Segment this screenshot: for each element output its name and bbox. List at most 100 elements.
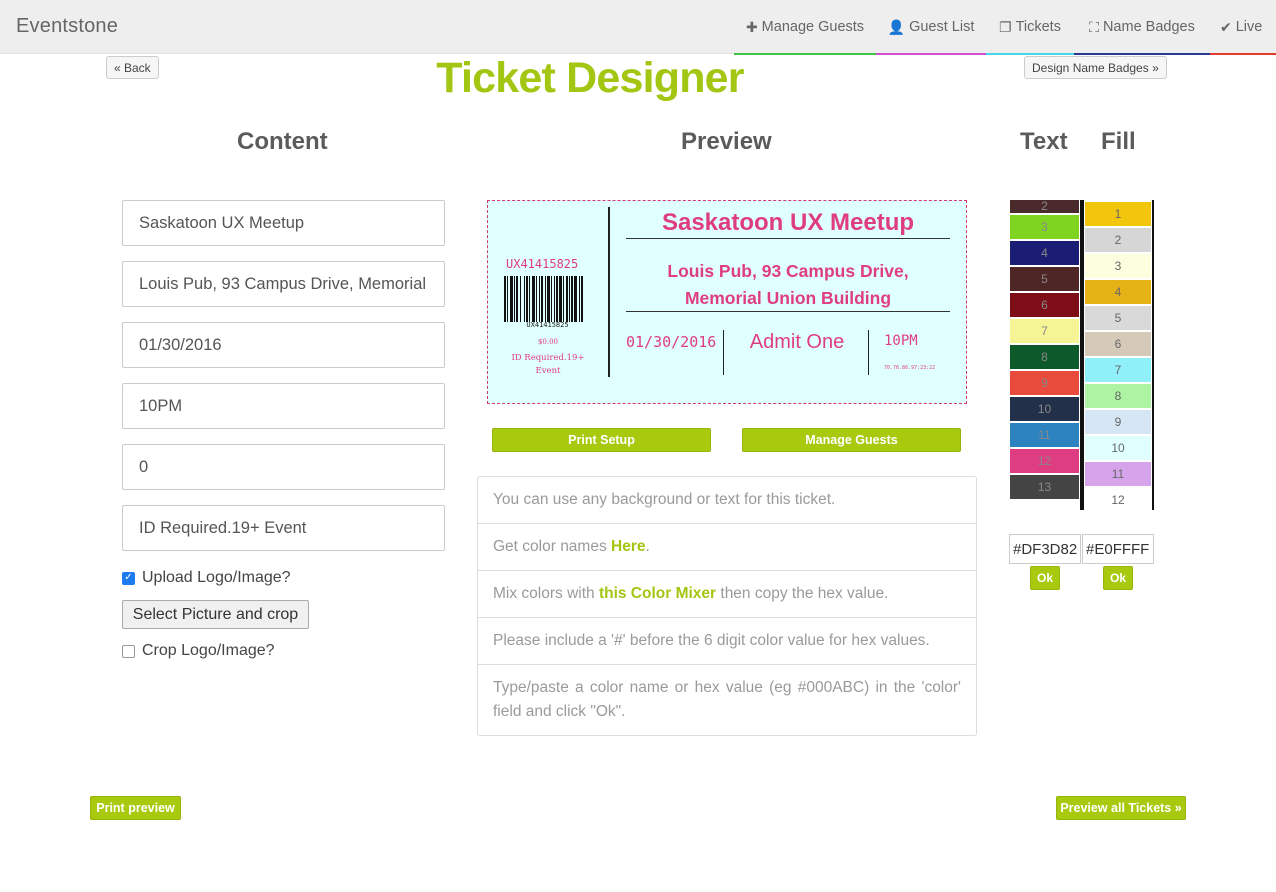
- help-item-hash: Please include a '#' before the 6 digit …: [478, 617, 976, 664]
- price-input[interactable]: 0: [122, 444, 445, 490]
- nav-underline: [1210, 53, 1276, 55]
- ticket-ip: 70.76.86.97:23:22: [884, 365, 936, 371]
- barcode-bar: [581, 276, 583, 322]
- nav-label: Guest List: [909, 19, 975, 35]
- crop-logo-label: Crop Logo/Image?: [142, 642, 275, 659]
- upload-logo-checkbox[interactable]: ✓: [122, 571, 135, 585]
- upload-logo-option[interactable]: ✓ Upload Logo/Image?: [122, 569, 291, 587]
- text-color-ok-button[interactable]: Ok: [1030, 566, 1060, 590]
- text-color-swatch[interactable]: 5: [1010, 267, 1079, 293]
- admit-divider: [868, 330, 869, 375]
- ticket-date: 01/30/2016: [626, 333, 717, 351]
- fill-color-swatch[interactable]: 5: [1085, 306, 1151, 332]
- time-input[interactable]: 10PM: [122, 383, 445, 429]
- fill-color-swatch[interactable]: 8: [1085, 384, 1151, 410]
- preview-all-tickets-button[interactable]: Preview all Tickets »: [1056, 796, 1186, 820]
- fill-color-swatch[interactable]: 12: [1085, 488, 1151, 510]
- fill-color-heading: Fill: [1101, 128, 1136, 155]
- date-input[interactable]: 01/30/2016: [122, 322, 445, 368]
- notes-input[interactable]: ID Required.19+ Event: [122, 505, 445, 551]
- ticket-admit: Admit One: [749, 331, 845, 353]
- page-title: Ticket Designer: [436, 54, 744, 102]
- text-color-swatch[interactable]: 6: [1010, 293, 1079, 319]
- manage-guests-button[interactable]: Manage Guests: [742, 428, 961, 452]
- nav-name-badges[interactable]: ⛶ Name Badges: [1074, 0, 1210, 55]
- text-color-swatch[interactable]: 2: [1010, 200, 1079, 215]
- upload-logo-label: Upload Logo/Image?: [142, 569, 291, 586]
- copy-icon: ❐: [999, 18, 1012, 35]
- help-item-paste: Type/paste a color name or hex value (eg…: [478, 664, 976, 735]
- ticket-preview: UX41415825 UX41415825 $0.00 ID Required.…: [487, 200, 967, 404]
- text-color-swatch[interactable]: 10: [1010, 397, 1079, 423]
- help-text: Mix colors with: [493, 585, 599, 602]
- fill-color-swatch[interactable]: 1: [1085, 202, 1151, 228]
- title-rule: [626, 238, 950, 239]
- fill-color-swatch[interactable]: 7: [1085, 358, 1151, 384]
- ticket-note: ID Required.19+ Event: [488, 352, 608, 378]
- barcode: [504, 276, 591, 322]
- user-icon: 👤: [887, 18, 906, 35]
- ticket-title: Saskatoon UX Meetup: [661, 209, 915, 236]
- barcode-number: UX41415825: [526, 321, 569, 329]
- text-color-swatch[interactable]: 3: [1010, 215, 1079, 241]
- print-setup-button[interactable]: Print Setup: [492, 428, 711, 452]
- ticket-note-line2: Event: [535, 366, 561, 376]
- ticket-venue: Louis Pub, 93 Campus Drive, Memorial Uni…: [626, 258, 950, 312]
- fill-color-swatch[interactable]: 3: [1085, 254, 1151, 280]
- nav-live[interactable]: ✔ Live: [1210, 0, 1276, 55]
- ticket-code: UX41415825: [506, 257, 579, 271]
- nav-label: Manage Guests: [761, 19, 865, 35]
- color-mixer-link[interactable]: this Color Mixer: [599, 585, 716, 602]
- nav-guest-list[interactable]: 👤 Guest List: [876, 0, 986, 55]
- main-nav: ✚ Manage Guests 👤 Guest List ❐ Tickets ⛶…: [734, 0, 1276, 55]
- fill-color-swatch[interactable]: 4: [1085, 280, 1151, 306]
- print-preview-button[interactable]: Print preview: [90, 796, 181, 820]
- event-name-input[interactable]: Saskatoon UX Meetup: [122, 200, 445, 246]
- fill-color-swatch[interactable]: 9: [1085, 410, 1151, 436]
- help-item-color-names: Get color names Here.: [478, 523, 976, 570]
- nav-label: Live: [1235, 19, 1263, 35]
- help-item-color-mixer: Mix colors with this Color Mixer then co…: [478, 570, 976, 617]
- select-picture-button[interactable]: Select Picture and crop: [122, 600, 309, 629]
- brand-logo[interactable]: Eventstone: [16, 15, 118, 38]
- fill-color-swatch[interactable]: 6: [1085, 332, 1151, 358]
- help-list: You can use any background or text for t…: [477, 476, 977, 736]
- nav-manage-guests[interactable]: ✚ Manage Guests: [734, 0, 876, 55]
- ticket-note-line1: ID Required.19+: [511, 353, 585, 363]
- crop-logo-option[interactable]: Crop Logo/Image?: [122, 642, 275, 660]
- nav-tickets[interactable]: ❐ Tickets: [986, 0, 1074, 55]
- text-color-swatch[interactable]: 8: [1010, 345, 1079, 371]
- stub-divider: [608, 207, 610, 377]
- text-color-heading: Text: [1020, 128, 1068, 155]
- venue-rule: [626, 311, 950, 312]
- preview-heading: Preview: [681, 128, 772, 155]
- plus-icon: ✚: [745, 18, 758, 35]
- design-name-badges-button[interactable]: Design Name Badges »: [1024, 56, 1167, 79]
- ticket-time: 10PM: [884, 333, 918, 349]
- fill-color-swatch[interactable]: 11: [1085, 462, 1151, 488]
- text-color-swatch[interactable]: 7: [1010, 319, 1079, 345]
- text-color-swatch[interactable]: 9: [1010, 371, 1079, 397]
- ticket-price: $0.00: [537, 338, 559, 346]
- text-color-swatch[interactable]: 4: [1010, 241, 1079, 267]
- badge-icon: ⛶: [1089, 18, 1099, 35]
- text-color-input[interactable]: #DF3D82: [1009, 534, 1081, 564]
- fill-color-palette[interactable]: 1 2 3 4 5 6 7 8 9 10 11 12: [1082, 200, 1154, 510]
- ticket-venue-line1: Louis Pub, 93 Campus Drive,: [667, 261, 909, 281]
- text-color-palette[interactable]: 2 3 4 5 6 7 8 9 10 11 12 13: [1009, 200, 1082, 510]
- fill-color-swatch[interactable]: 2: [1085, 228, 1151, 254]
- ticket-venue-line2: Memorial Union Building: [684, 288, 892, 308]
- fill-color-ok-button[interactable]: Ok: [1103, 566, 1133, 590]
- check-icon: ✔: [1220, 18, 1232, 35]
- crop-logo-checkbox[interactable]: [122, 644, 135, 658]
- nav-label: Name Badges: [1102, 19, 1195, 35]
- text-color-swatch[interactable]: 13: [1010, 475, 1079, 501]
- text-color-swatch[interactable]: 11: [1010, 423, 1079, 449]
- help-text: .: [645, 538, 650, 555]
- top-navbar: Eventstone ✚ Manage Guests 👤 Guest List …: [0, 0, 1276, 55]
- fill-color-swatch[interactable]: 10: [1085, 436, 1151, 462]
- venue-input[interactable]: Louis Pub, 93 Campus Drive, Memorial: [122, 261, 445, 307]
- color-names-link[interactable]: Here: [611, 538, 645, 555]
- fill-color-input[interactable]: #E0FFFF: [1082, 534, 1154, 564]
- text-color-swatch[interactable]: 12: [1010, 449, 1079, 475]
